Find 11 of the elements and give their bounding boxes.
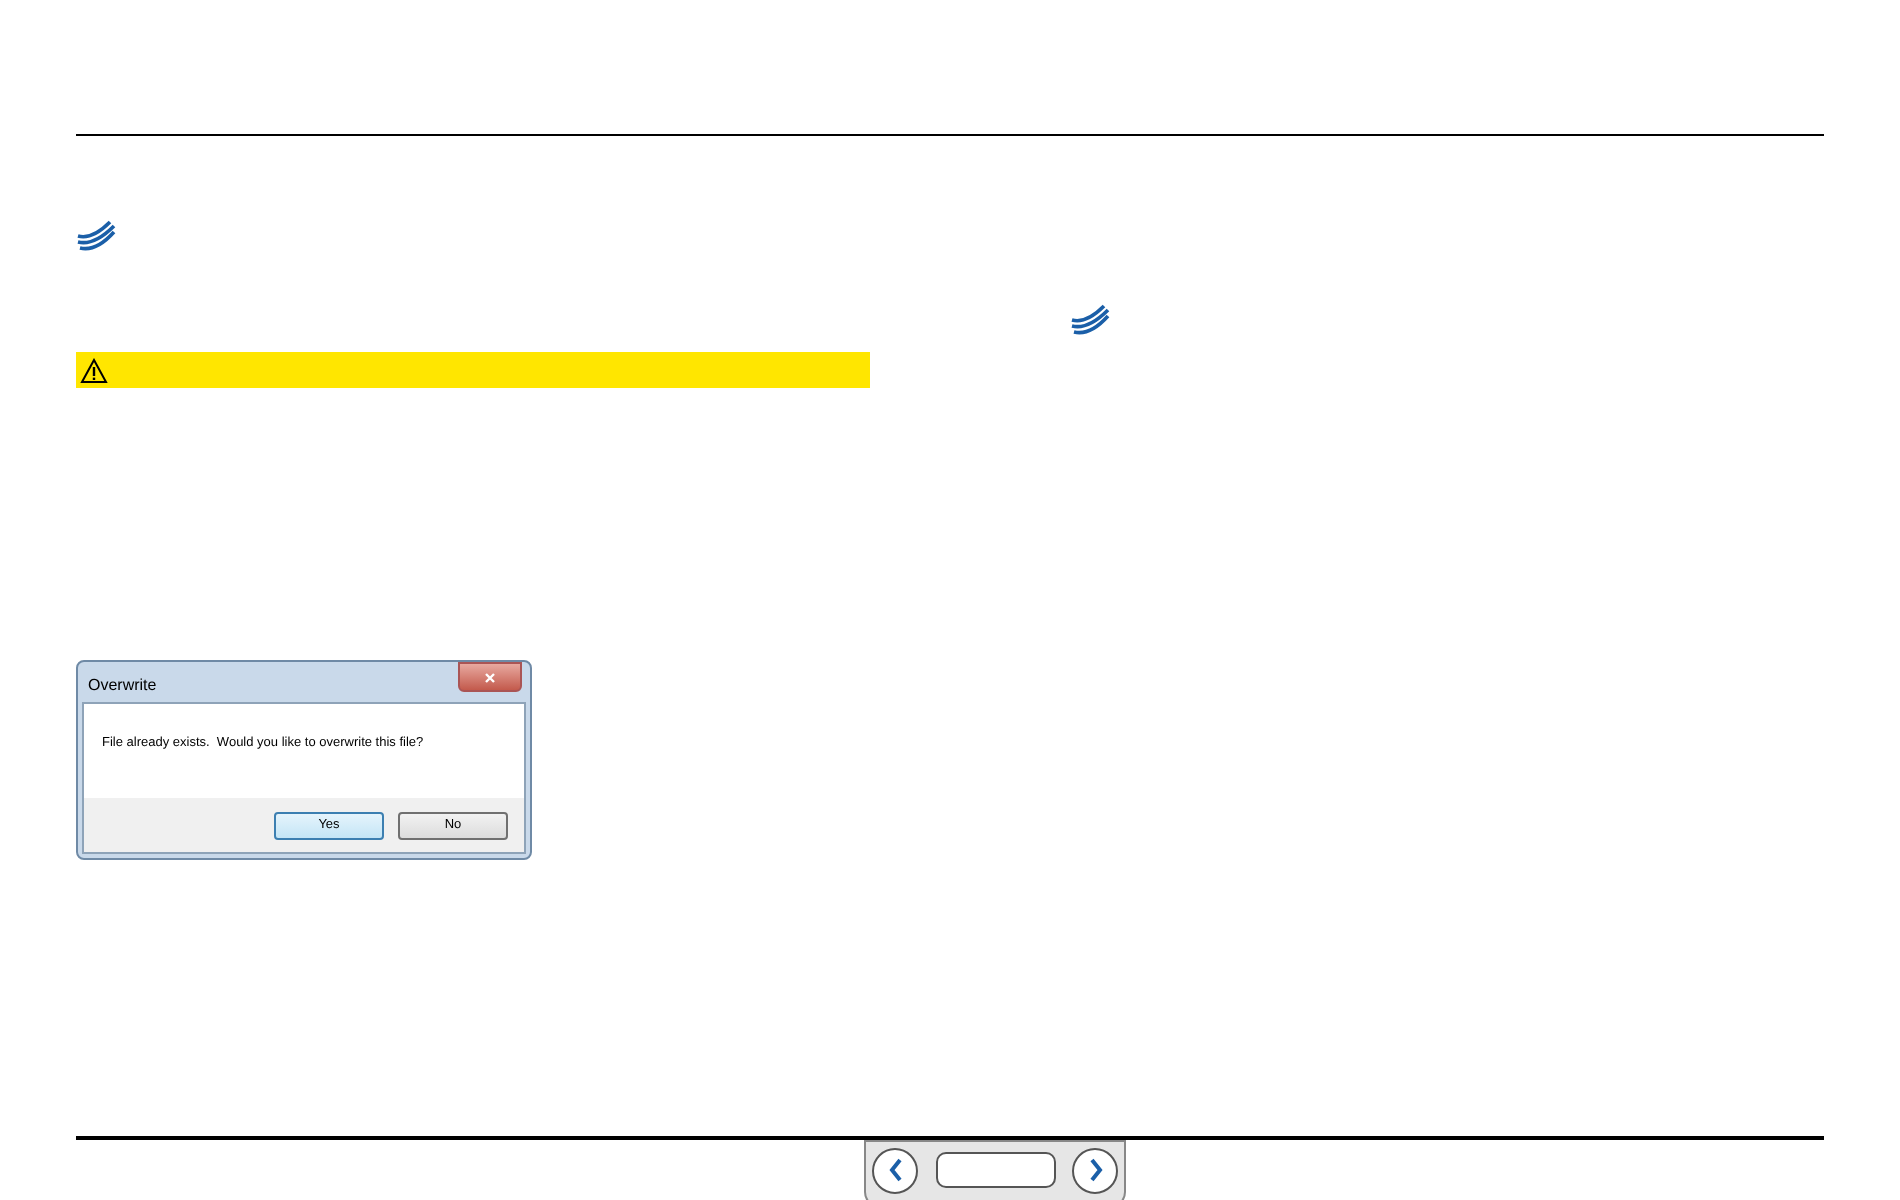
next-page-button[interactable]	[1072, 1147, 1118, 1193]
warning-icon	[80, 357, 108, 383]
logo-icon	[1070, 304, 1110, 336]
chevron-left-icon	[887, 1158, 903, 1182]
chevron-right-icon	[1087, 1158, 1103, 1182]
previous-page-button[interactable]	[872, 1147, 918, 1193]
close-icon	[484, 671, 496, 683]
close-button[interactable]	[458, 662, 522, 692]
logo-icon	[76, 220, 116, 252]
dialog-title: Overwrite	[86, 674, 157, 694]
page-field[interactable]	[935, 1152, 1055, 1188]
